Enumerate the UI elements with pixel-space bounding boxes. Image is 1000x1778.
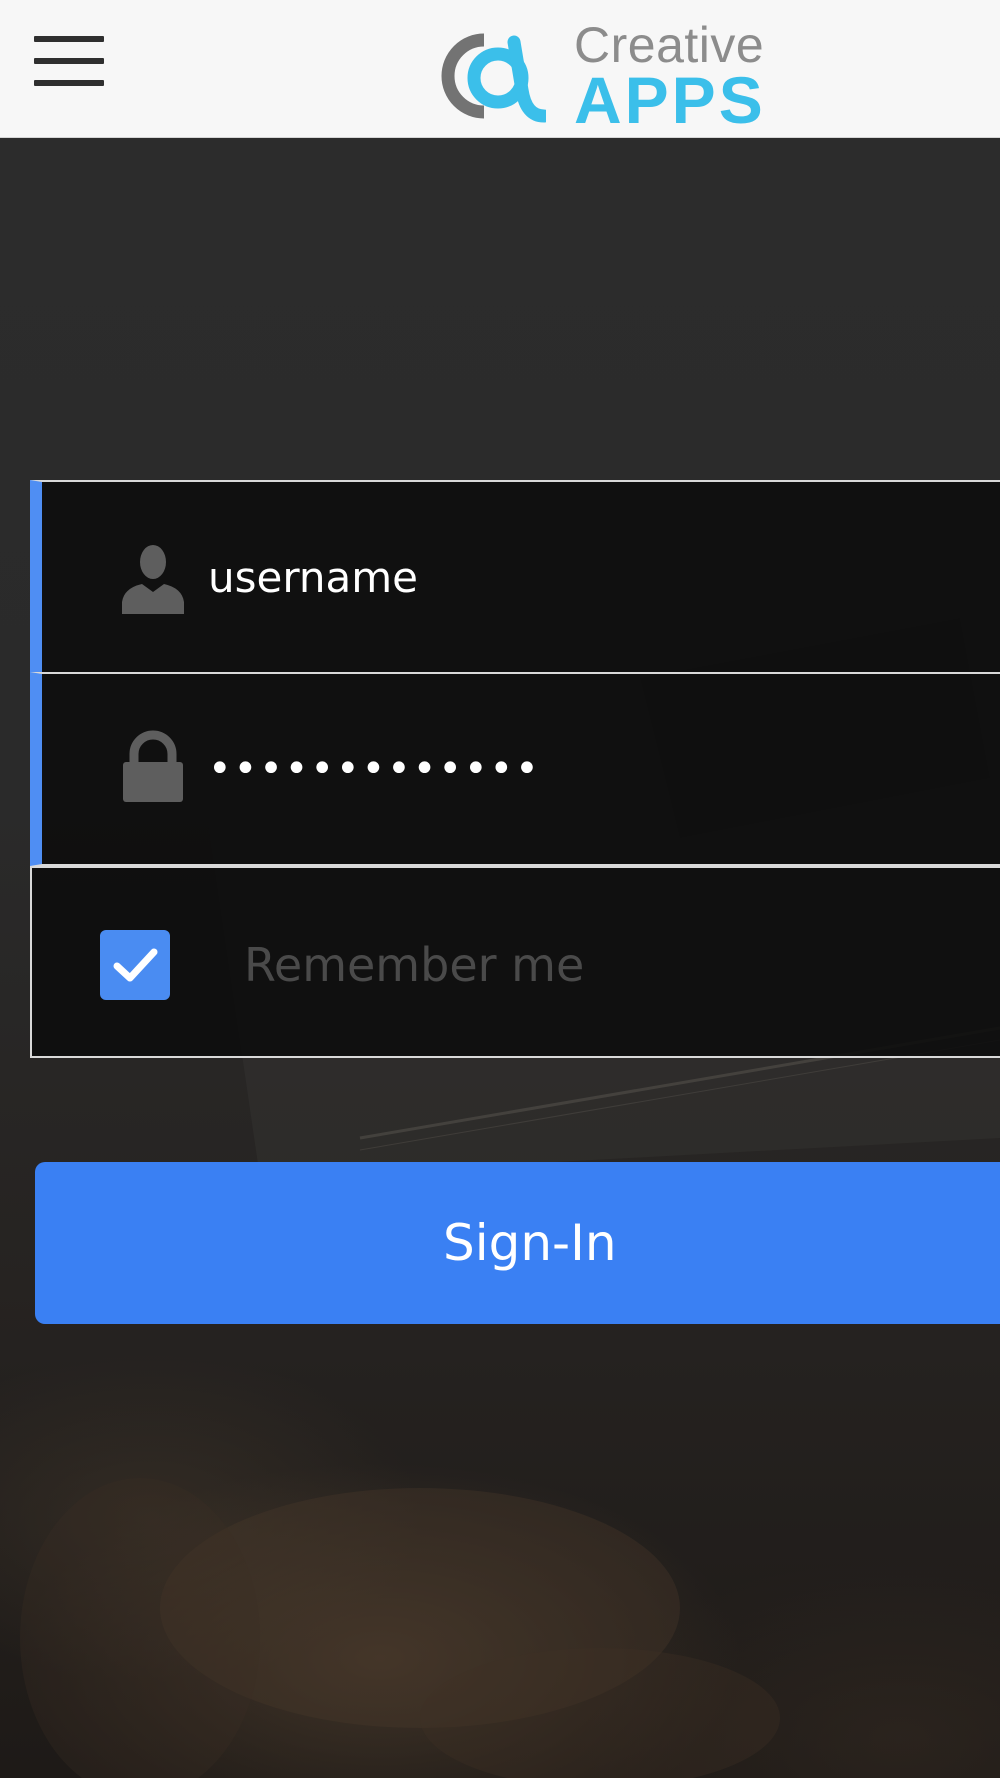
login-form: Remember me [30, 480, 1000, 1058]
app-logo: Creative APPS [436, 17, 796, 137]
checkmark-icon [113, 948, 158, 982]
lock-icon [123, 730, 183, 802]
logo-wordmark-apps: APPS [574, 63, 766, 137]
password-row [30, 672, 1000, 866]
remember-me-checkbox[interactable] [100, 930, 170, 1000]
logo-mark-icon [441, 33, 546, 123]
app-header: Creative APPS [0, 0, 1000, 138]
remember-me-row: Remember me [30, 866, 1000, 1058]
remember-me-label: Remember me [244, 938, 585, 992]
password-input[interactable] [208, 674, 988, 864]
sign-in-button[interactable]: Sign-In [35, 1162, 1000, 1324]
hamburger-menu-icon[interactable] [34, 36, 106, 88]
username-row [30, 480, 1000, 674]
username-input[interactable] [208, 482, 988, 672]
user-icon [122, 545, 184, 614]
